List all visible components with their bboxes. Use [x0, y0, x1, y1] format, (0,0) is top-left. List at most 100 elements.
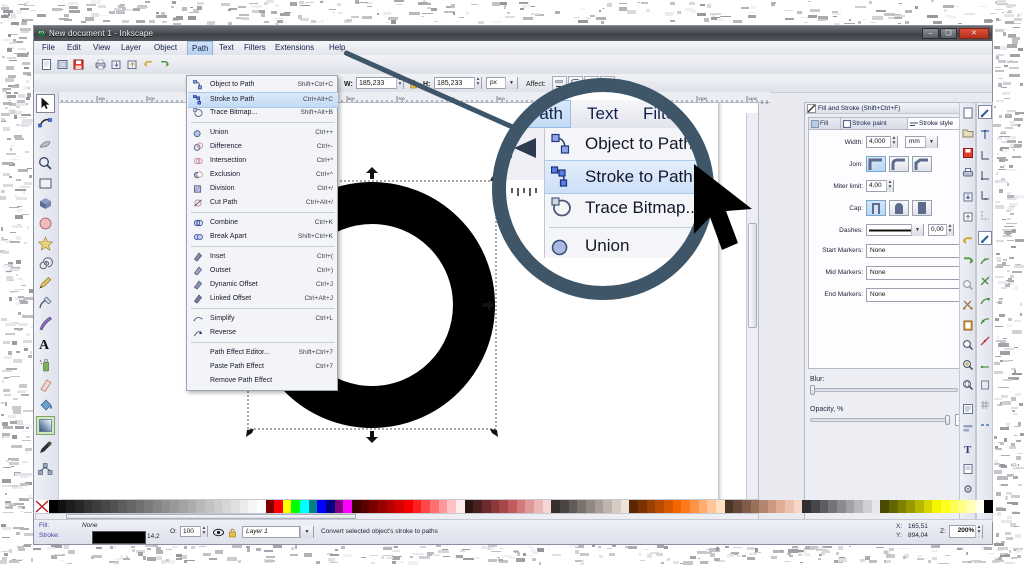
menu-file[interactable]: File	[38, 41, 59, 55]
dropper-tool[interactable]	[36, 438, 55, 457]
spiral-tool[interactable]	[36, 254, 55, 273]
export-vbutton[interactable]	[961, 209, 975, 223]
palette-none-swatch[interactable]	[35, 500, 50, 513]
zoom-page-vbutton[interactable]	[961, 277, 975, 291]
menu-item-intersection[interactable]: Intersection Ctrl+*	[188, 154, 338, 168]
paste-vbutton[interactable]	[961, 317, 975, 331]
calligraphy-tool[interactable]	[36, 314, 55, 333]
cap-butt-button[interactable]	[866, 200, 886, 216]
snap-bbox-button[interactable]	[978, 127, 992, 141]
menu-item-inset[interactable]: Inset Ctrl+(	[188, 250, 338, 264]
menu-item-path-effect-editor[interactable]: Path Effect Editor... Shift+Ctrl+7	[188, 346, 338, 360]
pencil-tool[interactable]	[36, 274, 55, 293]
menu-item-trace-bitmap[interactable]: Trace Bitmap... Shift+Alt+B	[188, 106, 338, 120]
node-tool[interactable]	[36, 114, 55, 133]
menu-layer[interactable]: Layer	[117, 41, 145, 55]
zoom-selection-vbutton[interactable]	[961, 337, 975, 351]
zoom-page-fit-vbutton[interactable]	[961, 377, 975, 391]
document-properties-vbutton[interactable]	[961, 461, 975, 475]
menu-item-combine[interactable]: Combine Ctrl+K	[188, 216, 338, 230]
dash-offset-input[interactable]: 0,00 ▲ ▼	[928, 224, 954, 236]
opacity-status-spin-arrows[interactable]: ▲ ▼	[200, 526, 207, 537]
undo-vbutton[interactable]	[961, 233, 975, 247]
menu-item-linked-offset[interactable]: Linked Offset Ctrl+Alt+J	[188, 292, 338, 306]
tweak-tool[interactable]	[36, 134, 55, 153]
menu-view[interactable]: View	[89, 41, 114, 55]
open-vbutton[interactable]	[961, 125, 975, 139]
layer-chevron-button[interactable]: ▼	[300, 526, 314, 538]
join-round-button[interactable]	[889, 156, 909, 172]
new-doc-vbutton[interactable]	[961, 105, 975, 119]
fill-indicator-value[interactable]: None	[82, 522, 98, 529]
new-document-button[interactable]	[39, 57, 54, 72]
menu-item-union[interactable]: Union Ctrl++	[188, 126, 338, 140]
zoom-tool[interactable]	[36, 154, 55, 173]
redo-vbutton[interactable]	[961, 253, 975, 267]
import-vbutton[interactable]	[961, 189, 975, 203]
zoom-input[interactable]: 200% ▲ ▼	[949, 525, 983, 538]
join-miter-button[interactable]	[866, 156, 886, 172]
print-vbutton[interactable]	[961, 165, 975, 179]
snap-bbox-corner-button[interactable]	[978, 147, 992, 161]
dash-pattern-dropdown[interactable]: ▼	[866, 224, 924, 236]
height-field[interactable]: 185,233 ▲ ▼	[434, 77, 482, 89]
snap-midpoint-line-button[interactable]	[978, 333, 992, 347]
menu-item-dynamic-offset[interactable]: Dynamic Offset Ctrl+J	[188, 278, 338, 292]
save-document-button[interactable]	[71, 57, 86, 72]
width-field[interactable]: 185,233 ▲▼	[356, 77, 404, 89]
menu-item-paste-path-effect[interactable]: Paste Path Effect Ctrl+7	[188, 360, 338, 374]
text-tool[interactable]: A	[36, 334, 55, 353]
menu-path[interactable]: Path	[187, 41, 214, 55]
redo-button[interactable]	[157, 57, 172, 72]
print-button[interactable]	[93, 57, 108, 72]
menu-item-break-apart[interactable]: Break Apart Shift+Ctrl+K	[188, 230, 338, 244]
menu-object[interactable]: Object	[150, 41, 181, 55]
snap-bbox-center-button[interactable]	[978, 207, 992, 221]
stroke-width-input[interactable]: 4,000 ▲ ▼	[866, 136, 898, 148]
dash-chevron-down-icon[interactable]: ▼	[911, 224, 923, 236]
bucket-tool[interactable]	[36, 396, 55, 415]
eye-icon[interactable]	[213, 527, 224, 538]
title-bar[interactable]: New document 1 - Inkscape – ❑ ✕	[34, 26, 992, 41]
snap-enable-button[interactable]	[978, 105, 992, 119]
layer-selector[interactable]: Layer 1	[242, 526, 300, 538]
eraser-tool[interactable]	[36, 376, 55, 395]
preferences-vbutton[interactable]	[961, 481, 975, 495]
snap-page-border-button[interactable]	[978, 377, 992, 391]
zoom-drawing-vbutton[interactable]	[961, 357, 975, 371]
connector-tool[interactable]	[36, 460, 55, 479]
blur-slider[interactable]	[810, 388, 958, 392]
palette-swatches[interactable]	[49, 500, 993, 513]
menu-extensions[interactable]: Extensions	[271, 41, 318, 55]
snap-smooth-node-button[interactable]	[978, 313, 992, 327]
gradient-tool[interactable]	[36, 416, 55, 435]
snap-nodes-button[interactable]	[978, 231, 992, 245]
export-button[interactable]	[125, 57, 140, 72]
save-vbutton[interactable]	[961, 145, 975, 159]
snap-path-button[interactable]	[978, 253, 992, 267]
snap-cusp-node-button[interactable]	[978, 293, 992, 307]
pen-tool[interactable]	[36, 294, 55, 313]
menu-text[interactable]: Text	[215, 41, 238, 55]
menu-edit[interactable]: Edit	[63, 41, 85, 55]
unit-chevron-down-icon[interactable]: ▼	[925, 136, 937, 148]
cap-round-button[interactable]	[889, 200, 909, 216]
color-palette[interactable]	[35, 500, 993, 513]
menu-item-outset[interactable]: Outset Ctrl+)	[188, 264, 338, 278]
minimize-button[interactable]: –	[922, 28, 939, 39]
menu-item-division[interactable]: Division Ctrl+/	[188, 182, 338, 196]
palette-swatch[interactable]	[984, 500, 993, 513]
miter-spin-arrows[interactable]: ▲ ▼	[886, 180, 893, 192]
layer-chevron-down-icon[interactable]: ▼	[300, 526, 313, 538]
menu-item-cut-path[interactable]: Cut Path Ctrl+Alt+/	[188, 196, 338, 210]
stroke-width-unit-dropdown[interactable]: mm ▼	[905, 136, 938, 148]
opacity-slider-handle[interactable]	[945, 415, 950, 425]
opacity-slider[interactable]	[810, 418, 950, 422]
menu-filters[interactable]: Filters	[240, 41, 270, 55]
dash-offset-spin-arrows[interactable]: ▲ ▼	[946, 224, 953, 236]
height-spin-arrows[interactable]: ▲ ▼	[474, 77, 481, 89]
import-button[interactable]	[109, 57, 124, 72]
snap-path-intersection-button[interactable]	[978, 273, 992, 287]
star-tool[interactable]	[36, 234, 55, 253]
width-spin-arrows[interactable]: ▲▼	[890, 136, 897, 148]
